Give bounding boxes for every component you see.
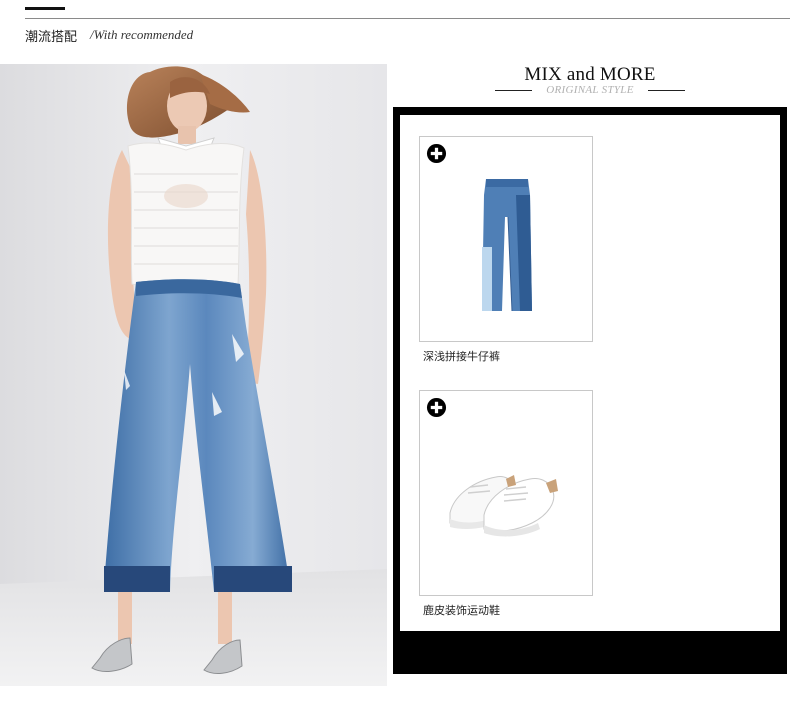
product-name-jeans[interactable]: 深浅拼接牛仔裤 bbox=[423, 348, 500, 364]
product-card-jeans[interactable] bbox=[419, 136, 593, 342]
model-photo bbox=[0, 64, 387, 686]
header-divider bbox=[25, 18, 790, 19]
mix-subtitle-left-rule bbox=[495, 90, 532, 91]
mix-title: MIX and MORE bbox=[524, 64, 656, 85]
mix-subtitle-right-rule bbox=[648, 90, 685, 91]
section-title: 潮流搭配 bbox=[25, 30, 78, 45]
header-accent-bar bbox=[25, 7, 65, 10]
plus-circle-icon[interactable] bbox=[426, 397, 447, 418]
jeans-product-image bbox=[482, 179, 532, 312]
model-illustration bbox=[0, 64, 387, 686]
sneakers-product-image bbox=[449, 475, 558, 537]
mix-subtitle: ORIGINAL STYLE bbox=[546, 84, 634, 96]
mix-subtitle-row: ORIGINAL STYLE bbox=[495, 84, 685, 98]
section-subtitle: /With recommended bbox=[90, 27, 194, 42]
product-card-sneakers[interactable] bbox=[419, 390, 593, 596]
product-name-sneakers[interactable]: 鹿皮装饰运动鞋 bbox=[423, 602, 500, 618]
plus-circle-icon[interactable] bbox=[426, 143, 447, 164]
